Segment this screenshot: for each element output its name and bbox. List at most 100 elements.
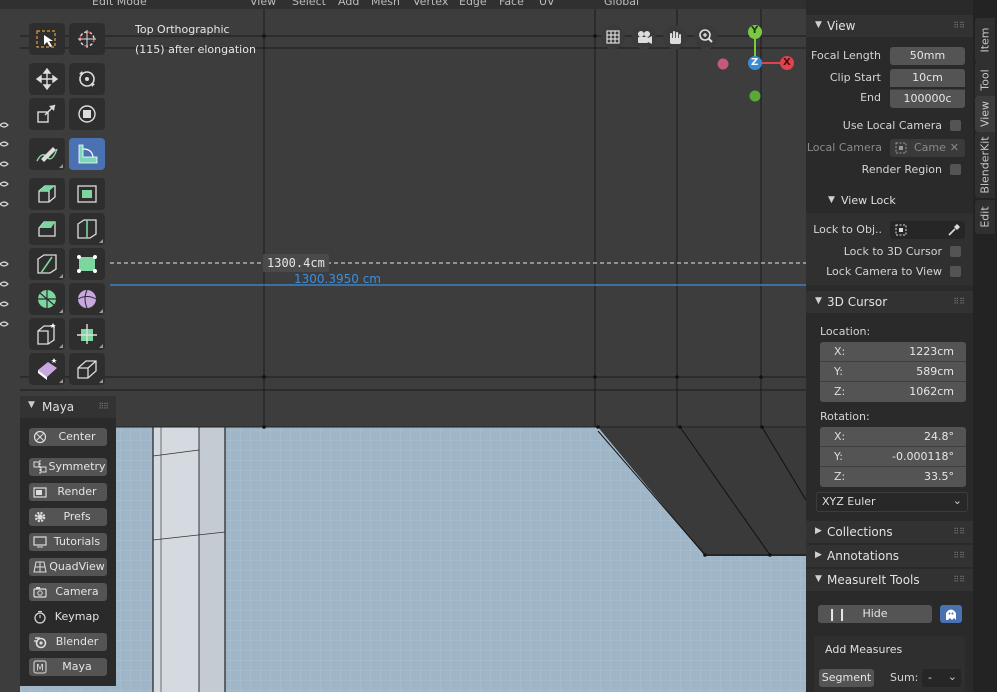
rotation-mode-dropdown[interactable]: XYZ Euler ⌄ (816, 492, 968, 512)
zoom-icon[interactable] (694, 25, 718, 52)
maya-panel-header[interactable]: ▼ Maya ⠿⠿ (20, 396, 116, 418)
quadview-button[interactable]: QuadView (29, 558, 107, 576)
transform-orientation[interactable]: Global (604, 0, 639, 8)
view-section-header[interactable]: ▼ View ⠿⠿ (806, 15, 973, 37)
lock-to-object-field[interactable] (890, 221, 965, 239)
tutorials-button[interactable]: Tutorials (29, 533, 107, 551)
visibility-eye-icons[interactable] (0, 120, 10, 335)
menu-face[interactable]: Face (499, 0, 524, 8)
center-icon (33, 430, 47, 444)
clear-icon[interactable]: ✕ (950, 139, 959, 157)
object-info: (115) after elongation (135, 43, 256, 56)
drag-grip-icon[interactable]: ⠿⠿ (953, 21, 965, 30)
location-x-field[interactable]: X: 1223cm (820, 342, 966, 362)
tab-view[interactable]: View (975, 96, 995, 132)
tab-tool[interactable]: Tool (975, 62, 995, 98)
menu-vertex[interactable]: Vertex (413, 0, 448, 8)
gizmo-neg-y-axis[interactable] (749, 90, 761, 102)
menu-mesh[interactable]: Mesh (371, 0, 400, 8)
clip-start-label: Clip Start (829, 71, 881, 84)
annotate-tool[interactable] (29, 138, 65, 170)
sidebar-tabs: Item Tool View BlenderKit Edit (973, 0, 997, 692)
rotation-z-field[interactable]: Z: 33.5° (820, 467, 966, 486)
center-button[interactable]: Center (29, 428, 107, 446)
rotation-y-field[interactable]: Y: -0.000118° (820, 447, 966, 467)
focal-length-field[interactable]: 50mm (890, 47, 965, 65)
drag-grip-icon[interactable]: ⠿⠿ (953, 527, 965, 536)
menu-select[interactable]: Select (292, 0, 326, 8)
render-region-checkbox[interactable] (950, 164, 961, 175)
tab-blenderkit[interactable]: BlenderKit (975, 132, 995, 198)
select-box-tool[interactable] (29, 23, 65, 55)
add-cube-tool[interactable] (29, 178, 65, 210)
rotation-vector: X: 24.8° Y: -0.000118° Z: 33.5° (820, 427, 966, 487)
collections-section-header[interactable]: ▶ Collections ⠿⠿ (806, 521, 973, 543)
segment-button[interactable]: Segment (819, 669, 874, 687)
view-lock-header[interactable]: ▼ View Lock (806, 189, 973, 213)
inset-faces-tool[interactable] (69, 178, 105, 210)
tab-item[interactable]: Item (975, 18, 995, 62)
rip-region-tool[interactable] (69, 353, 105, 385)
location-z-field[interactable]: Z: 1062cm (820, 382, 966, 401)
clip-start-field[interactable]: 10cm (890, 69, 965, 87)
tab-edit[interactable]: Edit (975, 200, 995, 234)
camera-object-icon (895, 142, 907, 154)
lock-to-object-label: Lock to Obj.. (813, 223, 882, 236)
lock-camera-to-view-checkbox[interactable] (950, 266, 961, 277)
measureit-section-header[interactable]: ▼ MeasureIt Tools ⠿⠿ (806, 569, 973, 591)
blender-button[interactable]: Blender (29, 633, 107, 651)
view-name: Top Orthographic (135, 23, 230, 36)
eyedropper-icon[interactable] (947, 223, 961, 237)
drag-grip-icon[interactable]: ⠿⠿ (98, 402, 109, 411)
toggle-grid-view-button[interactable] (601, 25, 625, 52)
menu-uv[interactable]: UV (539, 0, 555, 8)
knife-tool[interactable] (29, 248, 65, 280)
smooth-tool[interactable] (69, 283, 105, 315)
symmetry-button[interactable]: Symmetry (29, 458, 107, 476)
move-tool[interactable] (29, 63, 65, 95)
spin-tool[interactable] (29, 283, 65, 315)
camera-button[interactable]: Camera (29, 583, 107, 601)
local-camera-field[interactable]: Came ✕ (890, 139, 965, 157)
sum-dropdown[interactable]: - ⌄ (922, 669, 961, 687)
mesh-geometry[interactable] (0, 0, 806, 692)
transform-tool[interactable] (69, 98, 105, 130)
annotations-section-header[interactable]: ▶ Annotations ⠿⠿ (806, 545, 973, 567)
loop-cut-tool[interactable] (69, 213, 105, 245)
3d-viewport[interactable]: Y Z X Edit Mode View Select Add Mesh Ver… (0, 0, 806, 692)
edge-slide-tool[interactable] (29, 318, 65, 350)
measure-tool[interactable] (69, 138, 105, 170)
cursor-section-header[interactable]: ▼ 3D Cursor ⠿⠿ (806, 291, 973, 313)
maya-m-icon: M (33, 660, 47, 674)
camera-icon (33, 587, 47, 598)
drag-grip-icon[interactable]: ⠿⠿ (953, 575, 965, 584)
bevel-tool[interactable] (29, 213, 65, 245)
rotation-x-field[interactable]: X: 24.8° (820, 427, 966, 447)
rotate-tool[interactable] (69, 63, 105, 95)
clip-end-field[interactable]: 100000c (890, 89, 965, 108)
use-local-camera-checkbox[interactable] (950, 120, 961, 131)
ghost-toggle-button[interactable] (940, 605, 962, 623)
lock-to-3d-cursor-checkbox[interactable] (950, 246, 961, 257)
keymap-button[interactable]: Keymap (29, 608, 107, 626)
camera-view-icon[interactable] (632, 25, 656, 52)
render-button[interactable]: Render (29, 483, 107, 501)
shear-tool[interactable] (29, 353, 65, 385)
menu-add[interactable]: Add (338, 0, 359, 8)
shrink-fatten-tool[interactable] (69, 318, 105, 350)
quadview-icon (33, 561, 47, 573)
hide-measures-button[interactable]: ❙❙ Hide (818, 605, 932, 623)
mode-selector[interactable]: Edit Mode (92, 0, 147, 8)
maya-button[interactable]: M Maya (29, 658, 107, 676)
cursor-tool[interactable] (69, 23, 105, 55)
poly-build-tool[interactable] (69, 248, 105, 280)
prefs-button[interactable]: Prefs (29, 508, 107, 526)
gizmo-neg-x-axis[interactable] (717, 58, 729, 70)
scale-tool[interactable] (29, 98, 65, 130)
drag-grip-icon[interactable]: ⠿⠿ (953, 297, 965, 306)
pan-hand-icon[interactable] (663, 25, 687, 52)
drag-grip-icon[interactable]: ⠿⠿ (953, 551, 965, 560)
menu-edge[interactable]: Edge (459, 0, 487, 8)
menu-view[interactable]: View (250, 0, 276, 8)
location-y-field[interactable]: Y: 589cm (820, 362, 966, 382)
